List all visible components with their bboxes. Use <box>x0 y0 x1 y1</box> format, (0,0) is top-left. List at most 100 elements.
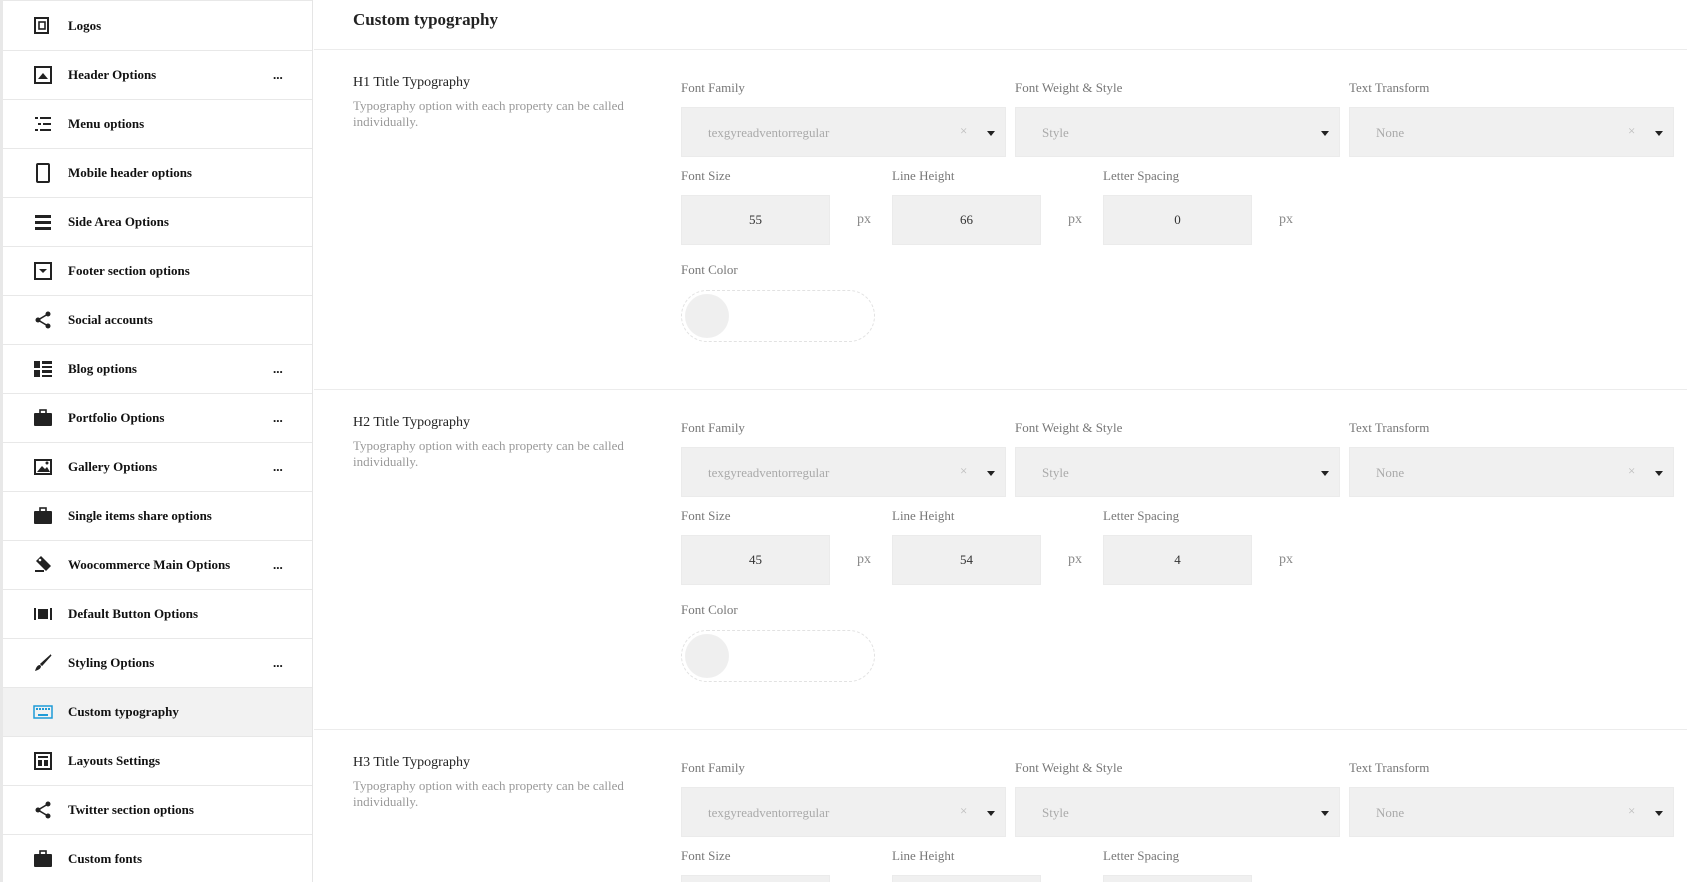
select-value: texgyreadventorregular <box>708 125 830 140</box>
sidebar-item-label: Default Button Options <box>68 606 199 621</box>
page-title: Custom typography <box>353 10 498 29</box>
chevron-down-icon[interactable] <box>987 811 995 816</box>
clear-icon[interactable]: × <box>960 803 967 819</box>
font-family-select[interactable]: texgyreadventorregular × <box>681 107 1006 157</box>
unit-label: px <box>857 212 871 227</box>
sidebar-item-blog[interactable]: Blog options ... <box>3 345 312 394</box>
font-weight-select[interactable]: Style <box>1015 447 1340 497</box>
keyboard-icon <box>32 701 54 723</box>
color-swatch[interactable] <box>685 294 729 338</box>
unit-label: px <box>1279 552 1293 567</box>
chevron-down-icon[interactable] <box>1655 811 1663 816</box>
sidebar: Logos Header Options ... Menu options Mo… <box>0 0 313 882</box>
sidebar-item-footer[interactable]: Footer section options <box>3 247 312 296</box>
h1-typography-section: H1 Title Typography Typography option wi… <box>314 50 1687 390</box>
font-weight-select[interactable]: Style <box>1015 107 1340 157</box>
font-family-select[interactable]: texgyreadventorregular × <box>681 447 1006 497</box>
sidebar-item-logos[interactable]: Logos <box>3 0 312 51</box>
font-size-input[interactable]: 45 <box>681 535 830 585</box>
font-size-label: Font Size <box>681 168 731 183</box>
text-transform-select[interactable]: None × <box>1349 107 1674 157</box>
logos-icon <box>32 15 54 37</box>
select-value: Style <box>1042 805 1069 820</box>
font-size-input[interactable] <box>681 875 830 882</box>
color-swatch[interactable] <box>685 634 729 678</box>
select-value: texgyreadventorregular <box>708 465 830 480</box>
unit-label: px <box>1068 552 1082 567</box>
sidebar-item-label: Gallery Options <box>68 459 158 474</box>
more-icon[interactable]: ... <box>273 410 283 426</box>
sidebar-item-twitter[interactable]: Twitter section options <box>3 786 312 835</box>
sidebar-item-styling[interactable]: Styling Options ... <box>3 639 312 688</box>
sidebar-item-mobile-header[interactable]: Mobile header options <box>3 149 312 198</box>
briefcase-icon <box>32 505 54 527</box>
h2-typography-section: H2 Title Typography Typography option wi… <box>314 390 1687 730</box>
chevron-down-icon[interactable] <box>1321 471 1329 476</box>
font-family-select[interactable]: texgyreadventorregular × <box>681 787 1006 837</box>
line-height-input[interactable]: 66 <box>892 195 1041 245</box>
more-icon[interactable]: ... <box>273 557 283 573</box>
unit-label: px <box>1068 212 1082 227</box>
letter-spacing-input[interactable] <box>1103 875 1252 882</box>
line-height-input[interactable] <box>892 875 1041 882</box>
sidebar-item-menu-options[interactable]: Menu options <box>3 100 312 149</box>
sidebar-item-label: Custom typography <box>68 704 179 719</box>
clear-icon[interactable]: × <box>960 123 967 139</box>
line-height-input[interactable]: 54 <box>892 535 1041 585</box>
unit-label: px <box>857 552 871 567</box>
sidebar-item-label: Styling Options <box>68 655 155 670</box>
menu-icon <box>32 113 54 135</box>
more-icon[interactable]: ... <box>273 655 283 671</box>
chevron-down-icon[interactable] <box>1321 811 1329 816</box>
letter-spacing-input[interactable]: 0 <box>1103 195 1252 245</box>
select-value: texgyreadventorregular <box>708 805 830 820</box>
select-value: None <box>1376 805 1405 820</box>
font-color-picker[interactable] <box>681 290 875 342</box>
sidebar-item-custom-typography[interactable]: Custom typography <box>3 688 312 737</box>
more-icon[interactable]: ... <box>273 459 283 475</box>
chevron-down-icon[interactable] <box>987 131 995 136</box>
clear-icon[interactable]: × <box>1628 123 1635 139</box>
sidebar-item-layouts[interactable]: Layouts Settings <box>3 737 312 786</box>
main-content: Custom typography H1 Title Typography Ty… <box>314 0 1687 882</box>
letter-spacing-input[interactable]: 4 <box>1103 535 1252 585</box>
text-transform-label: Text Transform <box>1349 80 1430 95</box>
clear-icon[interactable]: × <box>1628 463 1635 479</box>
sidebar-item-portfolio[interactable]: Portfolio Options ... <box>3 394 312 443</box>
line-height-label: Line Height <box>892 508 955 523</box>
clear-icon[interactable]: × <box>1628 803 1635 819</box>
chevron-down-icon[interactable] <box>1321 131 1329 136</box>
sidebar-item-header-options[interactable]: Header Options ... <box>3 51 312 100</box>
line-height-label: Line Height <box>892 168 955 183</box>
line-height-label: Line Height <box>892 848 955 863</box>
sidebar-item-custom-fonts[interactable]: Custom fonts <box>3 835 312 882</box>
text-transform-select[interactable]: None × <box>1349 787 1674 837</box>
mobile-icon <box>32 162 54 184</box>
sidebar-item-gallery[interactable]: Gallery Options ... <box>3 443 312 492</box>
more-icon[interactable]: ... <box>273 67 283 83</box>
sidebar-item-social[interactable]: Social accounts <box>3 296 312 345</box>
sidebar-item-default-button[interactable]: Default Button Options <box>3 590 312 639</box>
font-size-input[interactable]: 55 <box>681 195 830 245</box>
font-family-label: Font Family <box>681 420 745 435</box>
letter-spacing-label: Letter Spacing <box>1103 848 1180 863</box>
sidebar-item-label: Custom fonts <box>68 851 143 866</box>
chevron-down-icon[interactable] <box>1655 131 1663 136</box>
chevron-down-icon[interactable] <box>1655 471 1663 476</box>
brush-icon <box>32 652 54 674</box>
section-title: H2 Title Typography <box>353 415 470 430</box>
font-weight-select[interactable]: Style <box>1015 787 1340 837</box>
font-color-picker[interactable] <box>681 630 875 682</box>
section-title: H1 Title Typography <box>353 75 470 90</box>
sidebar-item-woocommerce[interactable]: Woocommerce Main Options ... <box>3 541 312 590</box>
sidebar-item-side-area[interactable]: Side Area Options <box>3 198 312 247</box>
text-transform-label: Text Transform <box>1349 760 1430 775</box>
font-color-label: Font Color <box>681 602 738 617</box>
font-size-label: Font Size <box>681 848 731 863</box>
text-transform-select[interactable]: None × <box>1349 447 1674 497</box>
clear-icon[interactable]: × <box>960 463 967 479</box>
sidebar-item-share-options[interactable]: Single items share options <box>3 492 312 541</box>
select-value: Style <box>1042 465 1069 480</box>
chevron-down-icon[interactable] <box>987 471 995 476</box>
more-icon[interactable]: ... <box>273 361 283 377</box>
